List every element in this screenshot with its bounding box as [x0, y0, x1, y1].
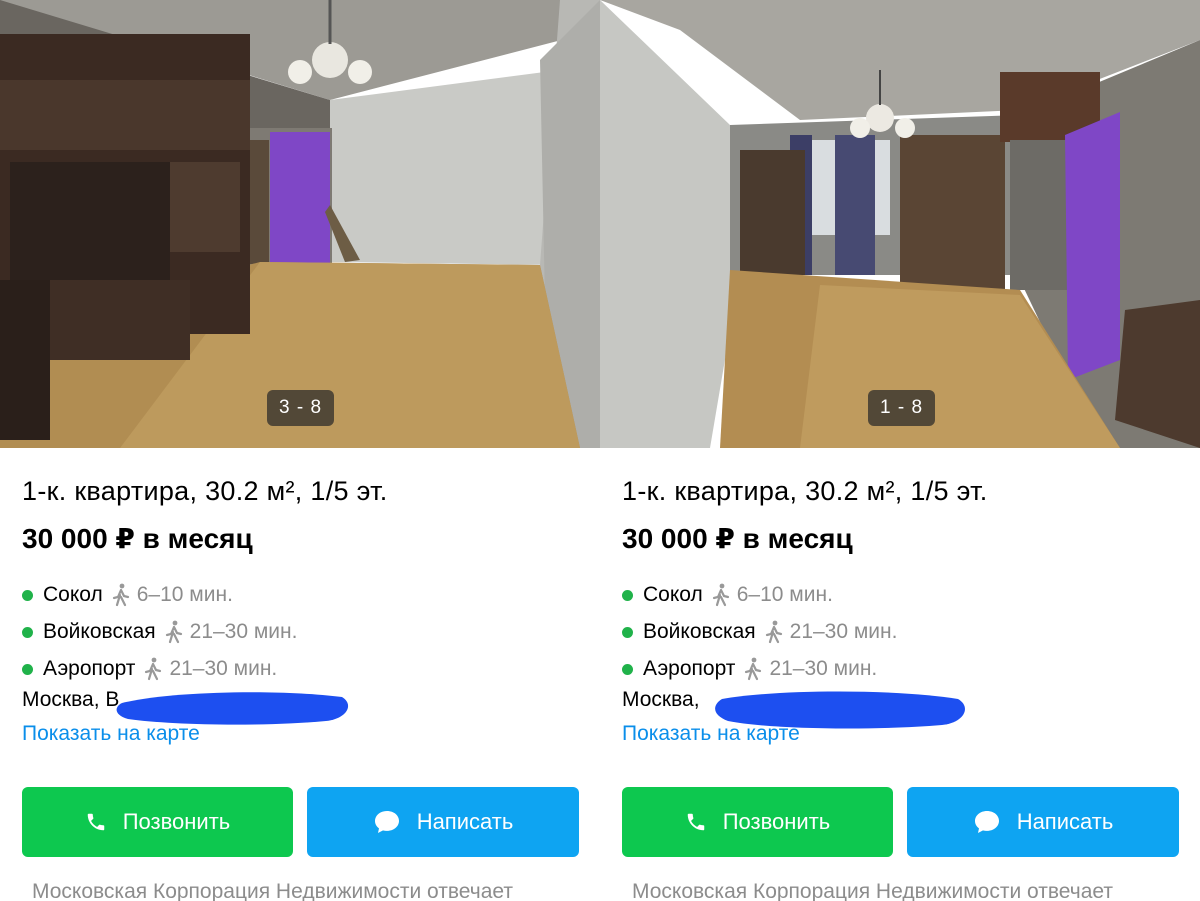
photo-counter: 3 - 8: [267, 390, 335, 426]
call-button[interactable]: Позвонить: [622, 787, 893, 857]
metro-item: Сокол 6–10 мин.: [622, 581, 833, 609]
listing-photo[interactable]: 3 - 8: [0, 0, 600, 448]
listing-title[interactable]: 1-к. квартира, 30.2 м², 1/5 эт.: [22, 476, 388, 507]
metro-time: 21–30 мин.: [169, 657, 278, 680]
chat-bubble-icon: [374, 811, 399, 833]
metro-line-dot: [622, 626, 633, 638]
walking-person-icon: [145, 657, 162, 681]
room-photo-image: [600, 0, 1200, 448]
metro-line-dot: [22, 589, 33, 601]
photo-counter: 1 - 8: [868, 390, 936, 426]
metro-item: Аэропорт 21–30 мин.: [22, 655, 277, 683]
metro-item: Сокол 6–10 мин.: [22, 581, 233, 609]
walking-person-icon: [745, 657, 762, 681]
metro-line-dot: [22, 626, 33, 638]
metro-line-dot: [22, 663, 33, 675]
message-button[interactable]: Написать: [307, 787, 579, 857]
listing-photo[interactable]: 1 - 8: [600, 0, 1200, 448]
phone-icon: [687, 813, 704, 831]
metro-time: 6–10 мин.: [136, 583, 233, 606]
call-button-label: Позвонить: [722, 809, 831, 834]
metro-station: Сокол: [643, 583, 703, 606]
metro-station: Войковская: [43, 620, 156, 643]
metro-item: Войковская 21–30 мин.: [622, 618, 897, 646]
walking-person-icon: [165, 620, 182, 644]
listing-address: Москва,: [622, 688, 700, 711]
call-button[interactable]: Позвонить: [22, 787, 293, 857]
metro-station: Войковская: [643, 620, 756, 643]
show-on-map-link[interactable]: Показать на карте: [22, 722, 200, 746]
listing-card-2[interactable]: 1 - 8 1-к. квартира, 30.2 м², 1/5 эт. 30…: [600, 0, 1200, 901]
message-button-label: Написать: [416, 809, 514, 834]
metro-time: 21–30 мин.: [189, 620, 298, 643]
walking-person-icon: [712, 583, 729, 607]
listings-grid: 3 - 8 1-к. квартира, 30.2 м², 1/5 эт. 30…: [0, 0, 1200, 901]
metro-time: 6–10 мин.: [736, 583, 833, 606]
metro-line-dot: [622, 589, 633, 601]
chat-bubble-icon: [974, 811, 999, 833]
phone-icon: [87, 813, 104, 831]
metro-line-dot: [622, 663, 633, 675]
metro-item: Войковская 21–30 мин.: [22, 618, 297, 646]
metro-time: 21–30 мин.: [769, 657, 878, 680]
walking-person-icon: [112, 583, 129, 607]
room-photo-image: [0, 0, 600, 448]
walking-person-icon: [765, 620, 782, 644]
listing-address: Москва, В: [22, 688, 120, 711]
show-on-map-link[interactable]: Показать на карте: [622, 722, 800, 746]
message-button-label: Написать: [1016, 809, 1114, 834]
metro-station: Аэропорт: [43, 657, 136, 680]
metro-item: Аэропорт 21–30 мин.: [622, 655, 877, 683]
listing-price: 30 000 ₽ в месяц: [22, 523, 253, 554]
metro-station: Сокол: [43, 583, 103, 606]
metro-time: 21–30 мин.: [789, 620, 898, 643]
listing-card-1[interactable]: 3 - 8 1-к. квартира, 30.2 м², 1/5 эт. 30…: [0, 0, 600, 901]
listing-price: 30 000 ₽ в месяц: [622, 523, 853, 554]
call-button-label: Позвонить: [122, 809, 231, 834]
seller-note: Московская Корпорация Недвижимости отвеч…: [632, 880, 1113, 901]
message-button[interactable]: Написать: [907, 787, 1179, 857]
metro-station: Аэропорт: [643, 657, 736, 680]
seller-note: Московская Корпорация Недвижимости отвеч…: [32, 880, 513, 901]
listing-title[interactable]: 1-к. квартира, 30.2 м², 1/5 эт.: [622, 476, 988, 507]
